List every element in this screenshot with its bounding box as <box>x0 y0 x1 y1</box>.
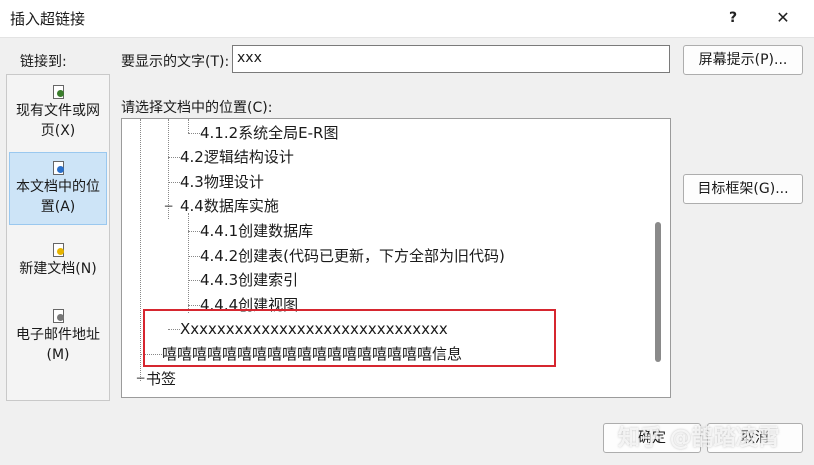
tree-node[interactable]: 4.4.3创建索引 <box>200 269 298 291</box>
dialog-title: 插入超链接 <box>10 10 86 28</box>
close-button[interactable]: ✕ <box>768 5 798 31</box>
tree-node-bookmarks[interactable]: 书签 <box>146 368 176 390</box>
new-document-icon <box>51 243 65 257</box>
title-bar: 插入超链接 ? ✕ <box>0 0 814 38</box>
link-item-label: 电子邮件地址 <box>16 327 100 343</box>
link-to-bar: 现有文件或网 页(X) 本文档中的位 置(A) 新建文档(N) 电子邮件地址 (… <box>6 74 110 401</box>
link-item-label: (M) <box>46 347 70 363</box>
help-button[interactable]: ? <box>718 5 748 31</box>
link-place-in-document[interactable]: 本文档中的位 置(A) <box>9 152 107 225</box>
place-in-document-icon <box>51 161 65 175</box>
target-frame-button[interactable]: 目标框架(G)... <box>683 174 803 204</box>
tree-node[interactable]: 4.4数据库实施 <box>180 195 279 217</box>
display-text-input[interactable]: xxx <box>232 45 670 73</box>
tree-node[interactable]: 4.4.1创建数据库 <box>200 220 313 242</box>
link-new-document[interactable]: 新建文档(N) <box>9 243 107 293</box>
tree-connector <box>140 119 141 381</box>
collapse-icon[interactable]: − <box>135 372 146 384</box>
tree-connector <box>188 280 200 281</box>
collapse-icon[interactable]: − <box>163 200 174 212</box>
tree-connector <box>188 133 200 134</box>
tree-connector <box>188 119 189 133</box>
existing-file-icon <box>51 85 65 99</box>
tree-connector <box>168 182 180 183</box>
tree-connector <box>188 231 200 232</box>
watermark: 知乎 @鹊踏凌霄 <box>618 426 780 451</box>
link-item-label: 页(X) <box>40 123 76 139</box>
link-to-label: 链接到: <box>20 54 67 70</box>
tree-node[interactable]: 4.3物理设计 <box>180 171 264 193</box>
link-item-label: 本文档中的位 <box>16 179 100 195</box>
tree-connector <box>188 305 200 306</box>
email-icon <box>51 309 65 323</box>
link-item-label: 新建文档(N) <box>19 261 97 277</box>
tree-connector <box>188 256 200 257</box>
tree-node[interactable]: 4.1.2系统全局E-R图 <box>200 122 338 144</box>
tree-connector <box>188 213 189 313</box>
link-item-label: 置(A) <box>40 199 76 215</box>
tree-node[interactable]: 4.4.2创建表(代码已更新，下方全部为旧代码) <box>200 245 505 267</box>
highlight-box <box>143 309 556 367</box>
tree-connector <box>168 157 180 158</box>
screen-tip-button[interactable]: 屏幕提示(P)... <box>683 45 803 75</box>
tree-scrollbar[interactable] <box>655 222 661 362</box>
tree-node[interactable]: 4.2逻辑结构设计 <box>180 146 294 168</box>
link-item-label: 现有文件或网 <box>16 103 100 119</box>
link-existing-file[interactable]: 现有文件或网 页(X) <box>9 85 107 151</box>
display-text-label: 要显示的文字(T): <box>121 54 230 70</box>
place-in-document-label: 请选择文档中的位置(C): <box>121 100 273 116</box>
link-email-address[interactable]: 电子邮件地址 (M) <box>9 309 107 375</box>
